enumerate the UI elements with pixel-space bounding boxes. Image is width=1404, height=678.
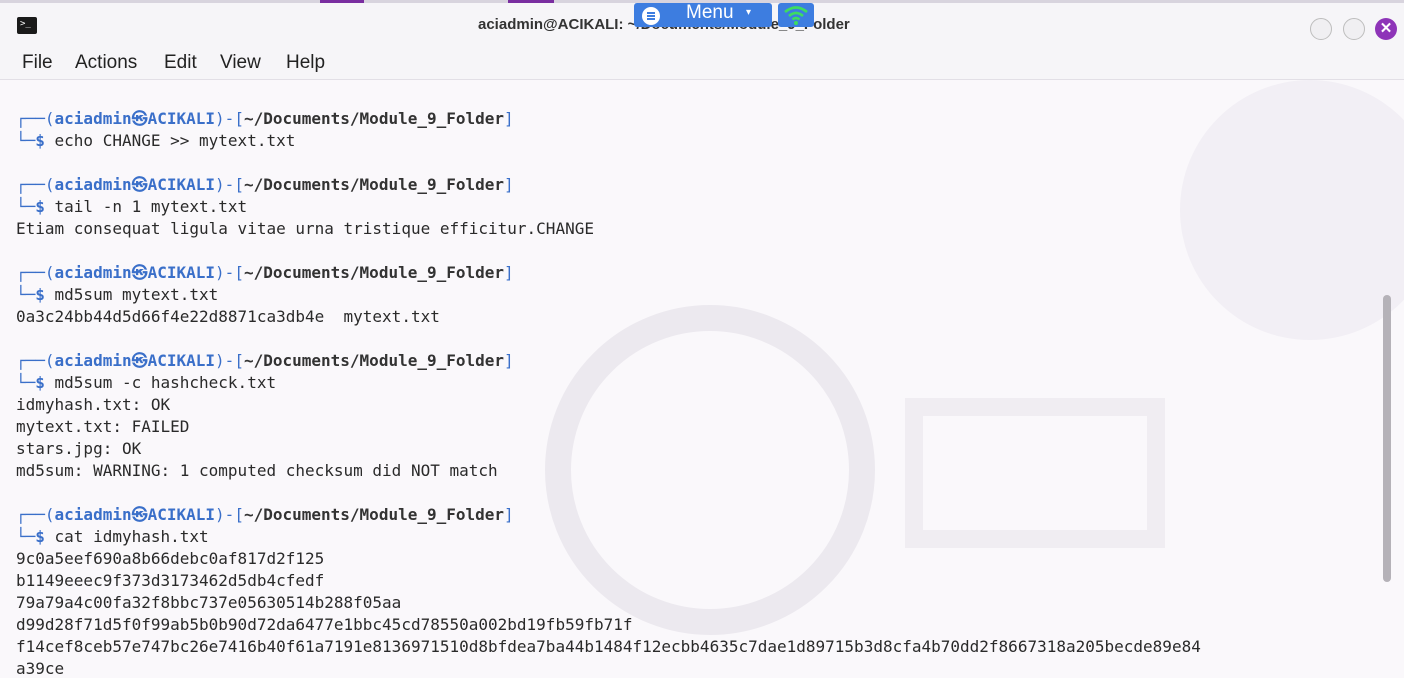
prompt-dollar: $ — [35, 131, 55, 150]
menu-actions[interactable]: Actions — [75, 52, 137, 74]
command-text: md5sum -c hashcheck.txt — [54, 373, 277, 392]
output-line: md5sum: WARNING: 1 computed checksum did… — [16, 461, 498, 480]
background-decoration — [1180, 80, 1404, 340]
scrollbar[interactable] — [1383, 295, 1391, 582]
prompt-bracket: ┌──( — [16, 175, 55, 194]
menu-list-icon — [642, 7, 660, 25]
wifi-icon — [784, 6, 808, 25]
prompt-line: ┌──(aciadmin㉿ACIKALI)-[~/Documents/Modul… — [16, 504, 1201, 526]
prompt-host: ACIKALI — [147, 109, 216, 128]
terminal-window: >_ aciadmin@ACIKALI: ~/Documents/Module_… — [0, 0, 1404, 678]
menu-file[interactable]: File — [22, 52, 53, 74]
prompt-path: ~/Documents/Module_9_Folder — [243, 505, 505, 524]
prompt-bracket: ┌──( — [16, 351, 55, 370]
close-button[interactable]: ✕ — [1375, 18, 1397, 40]
command-text: echo CHANGE >> mytext.txt — [54, 131, 296, 150]
prompt-corner: └─ — [16, 131, 36, 150]
prompt-bracket: ┌──( — [16, 263, 55, 282]
prompt-dollar: $ — [35, 373, 55, 392]
prompt-corner: └─ — [16, 373, 36, 392]
prompt-path: ~/Documents/Module_9_Folder — [243, 351, 505, 370]
prompt-path: ~/Documents/Module_9_Folder — [243, 175, 505, 194]
prompt-bracket: )-[ — [215, 263, 244, 282]
prompt-bracket: ┌──( — [16, 109, 55, 128]
output-line: 9c0a5eef690a8b66debc0af817d2f125 — [16, 549, 325, 568]
prompt-dollar: $ — [35, 197, 55, 216]
prompt-host: ACIKALI — [147, 263, 216, 282]
chevron-down-icon: ▾ — [746, 7, 752, 18]
maximize-button[interactable] — [1343, 18, 1365, 40]
prompt-line: ┌──(aciadmin㉿ACIKALI)-[~/Documents/Modul… — [16, 108, 1201, 130]
prompt-bracket: ] — [504, 263, 514, 282]
output-line: mytext.txt: FAILED — [16, 417, 190, 436]
prompt-host: ACIKALI — [147, 351, 216, 370]
prompt-dollar: $ — [35, 527, 55, 546]
prompt-bracket: )-[ — [215, 109, 244, 128]
prompt-corner: └─ — [16, 527, 36, 546]
prompt-at-icon: ㉿ — [131, 263, 148, 282]
output-line: d99d28f71d5f0f99ab5b0b90d72da6477e1bbc45… — [16, 615, 633, 634]
menu-help[interactable]: Help — [286, 52, 325, 74]
output-line: stars.jpg: OK — [16, 439, 142, 458]
output-line: idmyhash.txt: OK — [16, 395, 171, 414]
command-line: └─$ md5sum mytext.txt — [16, 284, 1201, 306]
prompt-line: ┌──(aciadmin㉿ACIKALI)-[~/Documents/Modul… — [16, 262, 1201, 284]
prompt-bracket: ] — [504, 109, 514, 128]
prompt-at-icon: ㉿ — [131, 351, 148, 370]
menu-bar: File Actions Edit View Help — [0, 45, 1404, 80]
terminal-icon: >_ — [17, 17, 37, 34]
prompt-at-icon: ㉿ — [131, 109, 148, 128]
minimize-button[interactable] — [1310, 18, 1332, 40]
command-line: └─$ cat idmyhash.txt — [16, 526, 1201, 548]
prompt-bracket: )-[ — [215, 351, 244, 370]
prompt-line: ┌──(aciadmin㉿ACIKALI)-[~/Documents/Modul… — [16, 174, 1201, 196]
prompt-user: aciadmin — [54, 263, 132, 282]
prompt-host: ACIKALI — [147, 505, 216, 524]
prompt-path: ~/Documents/Module_9_Folder — [243, 263, 505, 282]
prompt-host: ACIKALI — [147, 175, 216, 194]
output-line: f14cef8ceb57e747bc26e7416b40f61a7191e813… — [16, 637, 1201, 656]
output-line: 0a3c24bb44d5d66f4e22d8871ca3db4e mytext.… — [16, 307, 440, 326]
command-text: md5sum mytext.txt — [54, 285, 219, 304]
prompt-corner: └─ — [16, 285, 36, 304]
close-icon: ✕ — [1379, 20, 1393, 37]
prompt-bracket: )-[ — [215, 175, 244, 194]
prompt-user: aciadmin — [54, 351, 132, 370]
prompt-user: aciadmin — [54, 109, 132, 128]
prompt-path: ~/Documents/Module_9_Folder — [243, 109, 505, 128]
prompt-bracket: ] — [504, 351, 514, 370]
prompt-at-icon: ㉿ — [131, 175, 148, 194]
prompt-line: ┌──(aciadmin㉿ACIKALI)-[~/Documents/Modul… — [16, 350, 1201, 372]
command-line: └─$ md5sum -c hashcheck.txt — [16, 372, 1201, 394]
menu-view[interactable]: View — [220, 52, 261, 74]
prompt-bracket: )-[ — [215, 505, 244, 524]
output-line: Etiam consequat ligula vitae urna tristi… — [16, 219, 594, 238]
command-line: └─$ echo CHANGE >> mytext.txt — [16, 130, 1201, 152]
output-line: b1149eeec9f373d3173462d5db4cfedf — [16, 571, 325, 590]
prompt-bracket: ] — [504, 505, 514, 524]
command-line: └─$ tail -n 1 mytext.txt — [16, 196, 1201, 218]
terminal-lines: ┌──(aciadmin㉿ACIKALI)-[~/Documents/Modul… — [16, 108, 1201, 678]
command-text: cat idmyhash.txt — [54, 527, 209, 546]
menu-label: Menu — [686, 2, 734, 23]
prompt-user: aciadmin — [54, 505, 132, 524]
output-line: 79a79a4c00fa32f8bbc737e05630514b288f05aa — [16, 593, 402, 612]
command-text: tail -n 1 mytext.txt — [54, 197, 248, 216]
prompt-corner: └─ — [16, 197, 36, 216]
menu-edit[interactable]: Edit — [164, 52, 197, 74]
prompt-bracket: ] — [504, 175, 514, 194]
menu-button[interactable]: Menu ▾ — [634, 2, 772, 27]
terminal-output[interactable]: ┌──(aciadmin㉿ACIKALI)-[~/Documents/Modul… — [0, 80, 1404, 678]
output-line: a39ce — [16, 659, 65, 678]
wifi-button[interactable] — [778, 3, 814, 27]
prompt-bracket: ┌──( — [16, 505, 55, 524]
prompt-user: aciadmin — [54, 175, 132, 194]
prompt-at-icon: ㉿ — [131, 505, 148, 524]
prompt-dollar: $ — [35, 285, 55, 304]
